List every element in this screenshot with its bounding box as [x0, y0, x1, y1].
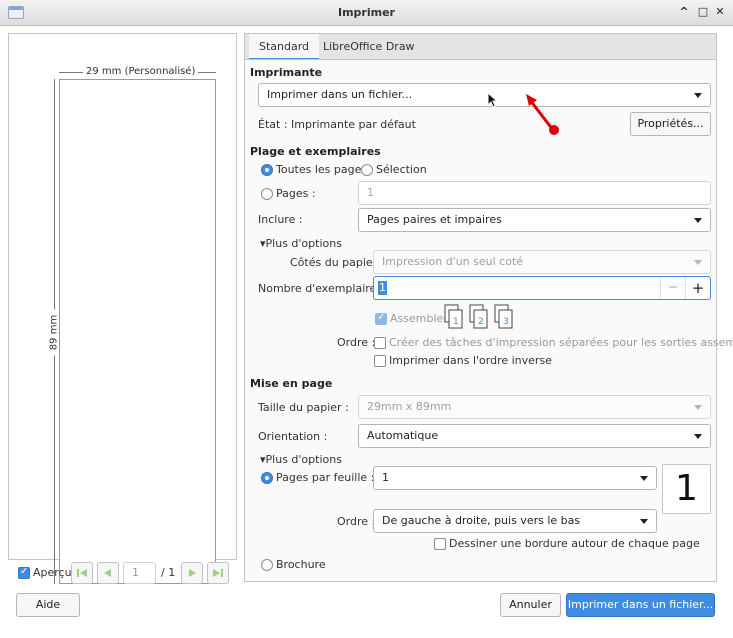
orientation-value: Automatique [367, 429, 439, 442]
range-section-title: Plage et exemplaires [250, 145, 381, 158]
selection-radio[interactable] [361, 164, 373, 176]
tab-bar: Standard LibreOffice Draw [244, 33, 717, 60]
layout-order-select[interactable]: De gauche à droite, puis vers le bas [373, 509, 657, 533]
copies-stepper[interactable]: 1 − + [373, 276, 711, 300]
increment-icon[interactable]: + [685, 277, 710, 299]
next-page-button[interactable] [181, 562, 203, 584]
print-preview-area: 29 mm (Personnalisé) 89 mm [8, 33, 237, 584]
collate-checkbox[interactable] [375, 312, 387, 325]
brochure-label: Brochure [276, 558, 326, 571]
reverse-order-label: Imprimer dans l'ordre inverse [389, 354, 552, 367]
printer-select-value: Imprimer dans un fichier... [267, 88, 413, 101]
paper-size-select[interactable]: 29mm x 89mm [358, 395, 711, 419]
cancel-button[interactable]: Annuler [500, 593, 561, 617]
tab-libreoffice-draw[interactable]: LibreOffice Draw [313, 34, 425, 60]
chevron-down-icon [694, 93, 702, 98]
options-panel: Imprimante Imprimer dans un fichier... É… [244, 59, 733, 582]
collate-number-2: 2 [478, 317, 484, 327]
paper-size-value: 29mm x 89mm [367, 400, 452, 413]
layout-order-value: De gauche à droite, puis vers le bas [382, 514, 581, 527]
next-page-icon [189, 569, 196, 577]
preview-checkbox-label: Aperçu [33, 566, 72, 579]
previous-page-icon [104, 569, 111, 577]
pages-per-sheet-value: 1 [382, 471, 389, 484]
all-pages-label: Toutes les pages [276, 163, 368, 176]
range-more-options-label: Plus d'options [265, 237, 342, 250]
annotation-arrow-icon [526, 94, 559, 135]
tab-standard[interactable]: Standard [249, 34, 320, 60]
chevron-down-icon [694, 434, 702, 439]
chevron-down-icon [640, 476, 648, 481]
layout-more-options-label: Plus d'options [265, 453, 342, 466]
copies-value[interactable]: 1 [378, 281, 387, 295]
mouse-cursor-icon [487, 92, 499, 108]
chevron-down-icon [694, 260, 702, 265]
printer-select[interactable]: Imprimer dans un fichier... [258, 83, 711, 107]
collate-number-3: 3 [503, 317, 509, 327]
draw-border-checkbox[interactable] [434, 538, 446, 550]
order-label: Ordre : [337, 336, 376, 349]
range-more-options-toggle[interactable]: ▾Plus d'options [260, 237, 342, 250]
chevron-down-icon [694, 405, 702, 410]
layout-more-options-toggle[interactable]: ▾Plus d'options [260, 453, 342, 466]
include-select[interactable]: Pages paires et impaires [358, 208, 711, 232]
collate-number-1: 1 [453, 317, 459, 327]
title-bar: Imprimer ^ □ ✕ [0, 0, 733, 26]
reverse-order-checkbox[interactable] [374, 355, 386, 367]
first-page-icon [77, 569, 87, 577]
selection-label: Sélection [376, 163, 427, 176]
separate-jobs-checkbox[interactable] [374, 337, 386, 349]
pages-per-sheet-radio[interactable] [261, 472, 273, 484]
printer-section-title: Imprimante [250, 66, 323, 79]
chevron-down-icon [694, 218, 702, 223]
copies-label: Nombre d'exemplaires : [258, 282, 390, 295]
first-page-button[interactable] [71, 562, 93, 584]
restore-icon[interactable]: □ [696, 5, 710, 19]
properties-button[interactable]: Propriétés... [630, 112, 711, 136]
width-dimension-label: 29 mm (Personnalisé) [83, 66, 199, 77]
chevron-down-icon [640, 519, 648, 524]
layout-section-title: Mise en page [250, 377, 333, 390]
separate-jobs-label: Créer des tâches d'impression séparées p… [389, 336, 733, 349]
pages-per-sheet-label: Pages par feuille : [276, 471, 375, 484]
orientation-label: Orientation : [258, 430, 328, 443]
page-total-label: / 1 [161, 566, 176, 579]
collate-pages-icon: 1 2 3 [444, 304, 513, 329]
brochure-radio[interactable] [261, 559, 273, 571]
last-page-icon [213, 569, 223, 577]
all-pages-radio[interactable] [261, 164, 273, 176]
pages-label: Pages : [276, 187, 316, 200]
draw-border-label: Dessiner une bordure autour de chaque pa… [449, 537, 700, 550]
include-select-value: Pages paires et impaires [367, 213, 502, 226]
orientation-select[interactable]: Automatique [358, 424, 711, 448]
decrement-icon[interactable]: − [660, 277, 685, 299]
close-icon[interactable]: ✕ [713, 5, 727, 19]
preview-checkbox[interactable] [18, 566, 30, 579]
window-title: Imprimer [338, 6, 395, 19]
include-label: Inclure : [258, 213, 303, 226]
preview-page [59, 79, 216, 584]
paper-size-label: Taille du papier : [258, 401, 349, 414]
collate-label: Assembler [390, 312, 448, 325]
help-button[interactable]: Aide [16, 593, 80, 617]
pages-per-sheet-select[interactable]: 1 [373, 466, 657, 490]
maximize-chevron-icon[interactable]: ^ [677, 5, 691, 19]
last-page-button[interactable] [207, 562, 229, 584]
pages-input[interactable]: 1 [358, 181, 711, 205]
previous-page-button[interactable] [97, 562, 119, 584]
page-number-input[interactable]: 1 [123, 562, 156, 584]
paper-sides-value: Impression d'un seul coté [382, 255, 524, 268]
pages-per-sheet-preview: 1 [662, 464, 711, 514]
paper-sides-label: Côtés du papier : [290, 256, 385, 269]
layout-order-label: Ordre : [337, 515, 376, 528]
print-button[interactable]: Imprimer dans un fichier... [566, 593, 715, 617]
paper-sides-select[interactable]: Impression d'un seul coté [373, 250, 711, 274]
pages-radio[interactable] [261, 188, 273, 200]
printer-state: État : Imprimante par défaut [258, 118, 416, 131]
